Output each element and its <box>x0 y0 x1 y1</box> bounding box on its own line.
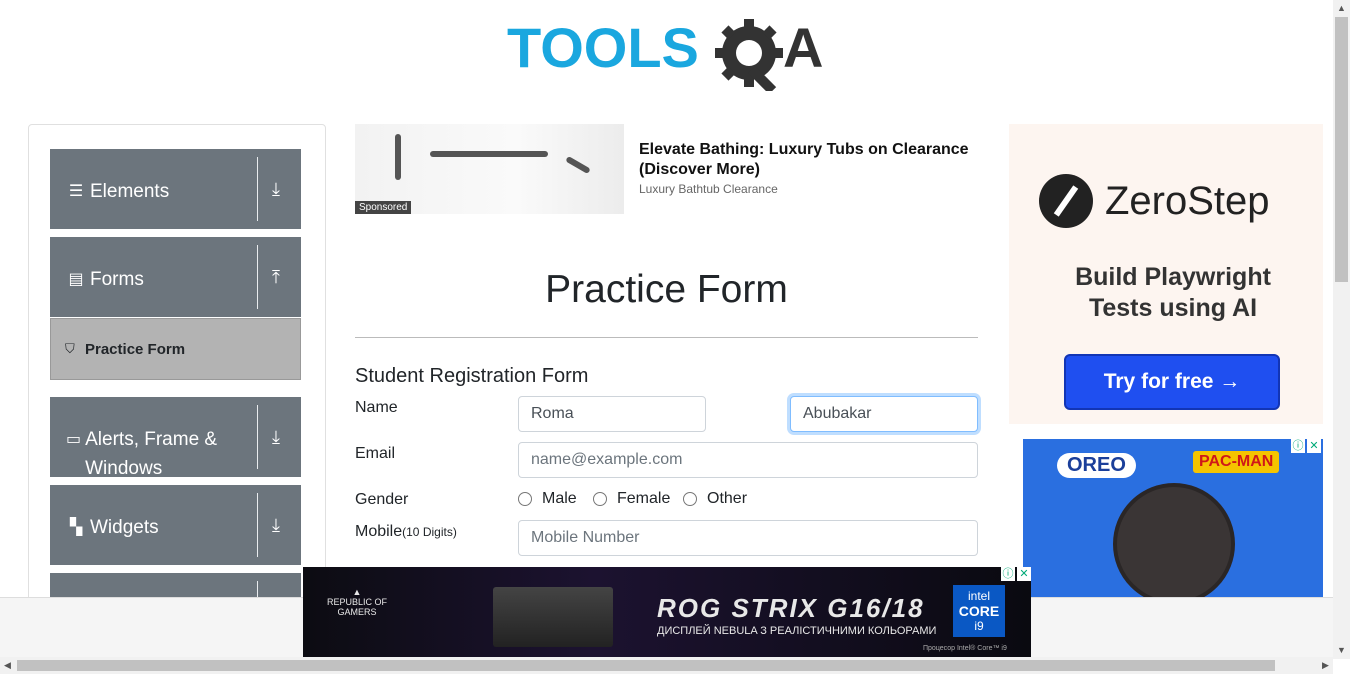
download-arrow-icon: ⤓ <box>272 515 280 535</box>
form-title: Student Registration Form <box>355 365 589 387</box>
vertical-scroll-thumb[interactable] <box>1335 17 1348 282</box>
ad-close-icon[interactable]: ✕ <box>1017 567 1031 581</box>
intel-badge: intel CORE i9 <box>953 585 1005 637</box>
ad-close-icon[interactable]: ✕ <box>1307 439 1321 453</box>
oreo-cookie-image <box>1113 483 1235 597</box>
name-label: Name <box>355 399 398 416</box>
first-name-input[interactable] <box>518 396 706 432</box>
item-label: Practice Form <box>85 341 186 358</box>
window-icon: ▭ <box>66 431 82 448</box>
zerostep-headline: Build Playwright Tests using AI <box>1075 263 1271 322</box>
separator <box>257 157 258 221</box>
gender-radio-female[interactable]: Female <box>593 490 670 508</box>
logo-text-tools: TOOLS <box>507 16 699 79</box>
group-label: Forms <box>90 269 144 290</box>
rog-logo: ▲ REPUBLIC OF GAMERS <box>327 587 388 617</box>
radio-circle[interactable] <box>593 492 607 506</box>
pacman-logo: PAC-MAN <box>1193 451 1280 473</box>
separator <box>257 405 258 469</box>
sponsored-ad-subtitle[interactable]: Luxury Bathtub Clearance <box>639 182 778 196</box>
gender-label: Gender <box>355 491 409 508</box>
rog-footnote: Процесор Intel® Core™ i9 <box>923 645 1007 652</box>
widgets-icon: ▚ <box>69 519 83 536</box>
page-title: Practice Form <box>545 268 788 311</box>
brand-name: ZeroStep <box>1105 178 1270 223</box>
scroll-up-arrow-icon[interactable]: ▲ <box>1337 3 1346 13</box>
zerostep-logo-icon <box>1039 174 1093 228</box>
radio-circle[interactable] <box>683 492 697 506</box>
last-name-input[interactable] <box>790 396 978 432</box>
sponsored-tag: Sponsored <box>355 201 412 214</box>
radio-label: Female <box>617 490 671 507</box>
vertical-scrollbar[interactable]: ▲ ▼ <box>1333 0 1350 659</box>
ad-info-icon[interactable]: ⓘ <box>1001 567 1015 581</box>
rog-banner-ad[interactable]: ▲ REPUBLIC OF GAMERS ROG STRIX G16/18 ДИС… <box>303 567 1031 657</box>
rog-headline: ROG STRIX G16/18 <box>657 593 925 623</box>
mobile-input[interactable] <box>518 520 978 556</box>
toolsqa-logo[interactable]: TOOLS A <box>507 15 831 95</box>
sidebar-group-alerts[interactable]: ▭ Alerts, Frame & Windows ⤓ <box>50 397 301 479</box>
divider <box>355 337 978 338</box>
oreo-logo: OREO <box>1057 453 1136 478</box>
ad-info-icon[interactable]: ⓘ <box>1291 439 1305 453</box>
horizontal-scrollbar[interactable]: ◀ ▶ <box>0 657 1333 674</box>
email-input[interactable] <box>518 442 978 478</box>
horizontal-scroll-thumb[interactable] <box>17 660 1275 671</box>
zerostep-ad[interactable]: ZeroStep Build Playwright Tests using AI… <box>1009 124 1323 424</box>
download-arrow-icon: ⤓ <box>272 179 280 199</box>
mobile-label-text: Mobile <box>355 523 403 540</box>
radio-label: Male <box>542 490 577 507</box>
rog-subline: ДИСПЛЕЙ NEBULA З РЕАЛІСТИЧНИМИ КОЛЬОРАМИ <box>657 625 937 637</box>
email-label: Email <box>355 445 396 462</box>
sidebar-group-forms[interactable]: ▤ Forms ⤒ <box>50 237 301 317</box>
group-label: Alerts, Frame & Windows <box>85 429 218 479</box>
gender-radio-male[interactable]: Male <box>518 490 577 508</box>
sidebar-item-practice-form[interactable]: ⛉ Practice Form <box>50 318 301 380</box>
gear-icon <box>715 19 783 95</box>
scroll-right-arrow-icon[interactable]: ▶ <box>1322 660 1329 671</box>
laptop-image <box>493 587 613 647</box>
scroll-left-arrow-icon[interactable]: ◀ <box>4 660 11 671</box>
radio-label: Other <box>707 490 748 507</box>
zerostep-brand: ZeroStep <box>1039 174 1270 228</box>
document-icon: ▤ <box>68 271 84 288</box>
sidebar-group-elements[interactable]: ☰ Elements ⤓ <box>50 149 301 229</box>
sponsored-ad-image[interactable]: Sponsored <box>355 124 624 214</box>
try-for-free-button[interactable]: Try for free → <box>1064 354 1280 410</box>
sponsored-ad-title[interactable]: Elevate Bathing: Luxury Tubs on Clearanc… <box>639 140 1009 182</box>
mobile-label: Mobile(10 Digits) <box>355 523 457 541</box>
separator <box>257 493 258 557</box>
radio-circle[interactable] <box>518 492 532 506</box>
download-arrow-icon: ⤓ <box>272 427 280 447</box>
oreo-ad[interactable]: OREO PAC-MAN ⓘ ✕ <box>1023 439 1323 597</box>
logo-text-a: A <box>783 16 823 79</box>
hamburger-icon: ☰ <box>68 183 84 200</box>
sidebar-group-widgets[interactable]: ▚ Widgets ⤓ <box>50 485 301 565</box>
html5-icon: ⛉ <box>65 341 75 356</box>
group-label: Widgets <box>90 517 159 538</box>
gender-radio-other[interactable]: Other <box>683 490 747 508</box>
group-label: Elements <box>90 181 170 202</box>
left-sidebar: ☰ Elements ⤓ ▤ Forms ⤒ ⛉ Practice Form ▭ Al… <box>28 124 326 606</box>
separator <box>257 245 258 309</box>
mobile-hint: (10 Digits) <box>402 525 457 539</box>
upload-arrow-icon: ⤒ <box>272 267 280 287</box>
scroll-down-arrow-icon[interactable]: ▼ <box>1337 645 1346 655</box>
